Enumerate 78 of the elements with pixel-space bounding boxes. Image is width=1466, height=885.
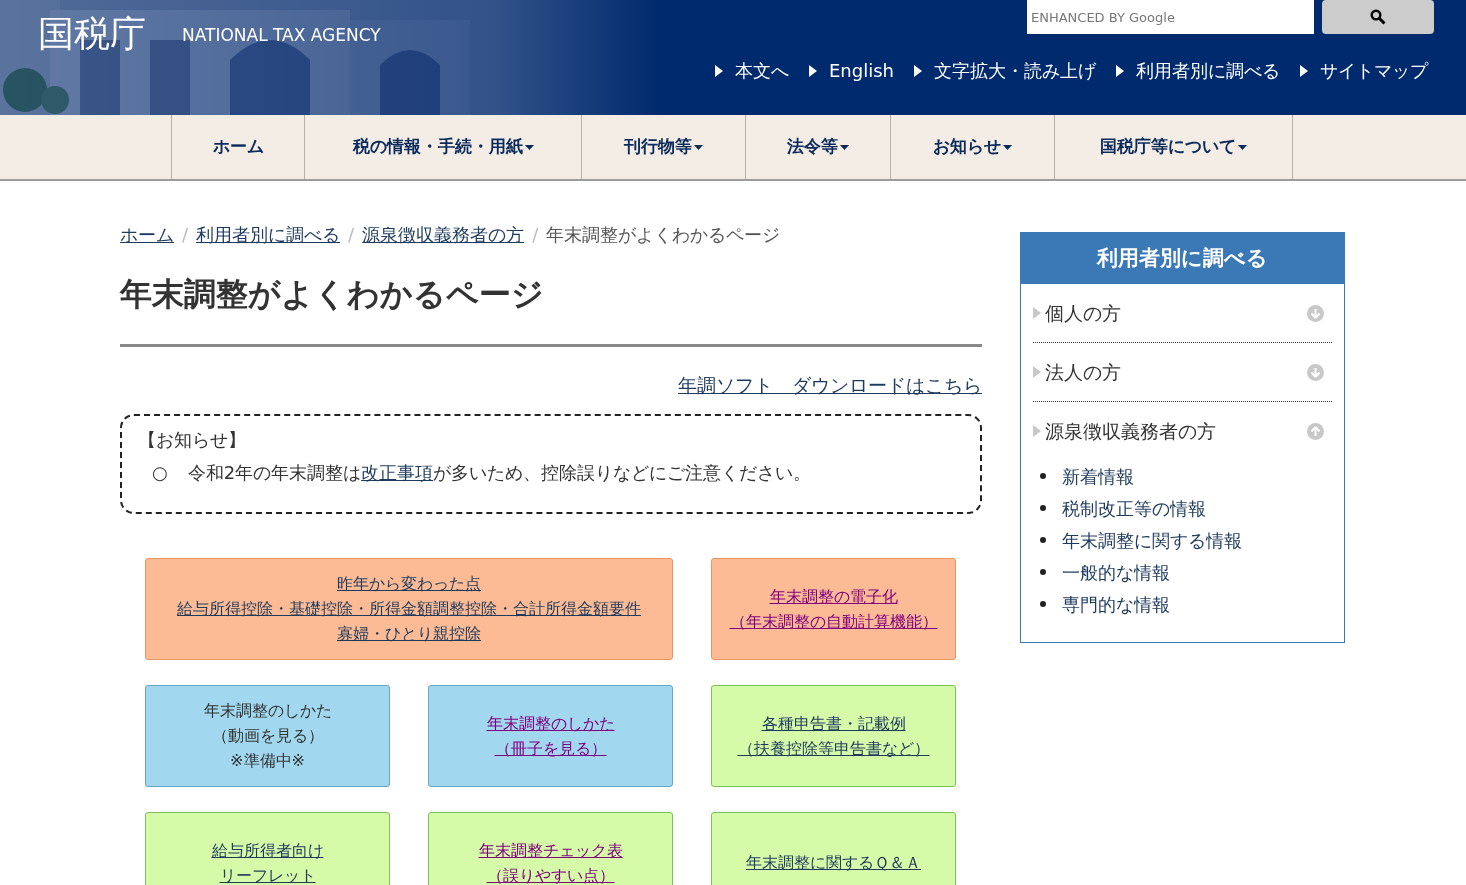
site-logo-english: NATIONAL TAX AGENCY [182, 24, 381, 48]
tile-link[interactable]: 年末調整に関するＱ＆Ａ [746, 850, 921, 875]
sidebar-sublink[interactable]: 年末調整に関する情報 [1062, 526, 1242, 554]
triangle-icon [1033, 425, 1041, 437]
tile-text: ※準備中※ [230, 750, 305, 772]
bullet-mark: ○ [152, 460, 168, 485]
tile-link[interactable]: 年末調整のしかた [486, 710, 615, 736]
triangle-icon [715, 64, 723, 77]
header-link[interactable]: English [809, 57, 894, 84]
nav-menu-item[interactable]: ホーム [171, 115, 304, 179]
nav-menu-item[interactable]: お知らせ [890, 115, 1054, 179]
search-field[interactable]: ENHANCED BY Google [1027, 0, 1314, 34]
caret-icon [694, 144, 703, 150]
link-tile[interactable]: 給与所得者向け リーフレット [145, 811, 390, 885]
breadcrumb-separator: / [532, 223, 539, 247]
caret-icon [1003, 144, 1012, 150]
link-tile[interactable]: 年末調整チェック表 （誤りやすい点） [428, 811, 673, 885]
notice-link[interactable]: 改正事項 [361, 461, 434, 483]
breadcrumb-separator: / [348, 223, 355, 247]
sidebar-item[interactable]: 法人の方 [1033, 343, 1332, 401]
breadcrumb-current: 年末調整がよくわかるページ [546, 223, 781, 247]
caret-icon [1238, 144, 1247, 150]
search-button[interactable] [1322, 0, 1434, 34]
breadcrumb-link[interactable]: ホーム [120, 221, 174, 248]
breadcrumb-link[interactable]: 利用者別に調べる [196, 221, 341, 248]
link-tile[interactable]: 年末調整に関するＱ＆Ａ [711, 811, 956, 885]
tile-link[interactable]: 寡婦・ひとり親控除 [337, 621, 481, 646]
search-icon [1370, 9, 1386, 25]
header-link[interactable]: サイトマップ [1300, 57, 1428, 84]
link-tile[interactable]: 年末調整のしかた （冊子を見る） [428, 684, 673, 787]
link-tile[interactable]: 年末調整の電子化 （年末調整の自動計算機能） [711, 557, 956, 660]
page-title: 年末調整がよくわかるページ [120, 270, 982, 347]
sidebar-sublink[interactable]: 新着情報 [1062, 462, 1134, 490]
triangle-icon [1033, 307, 1041, 319]
sidebar-sublink[interactable]: 税制改正等の情報 [1062, 494, 1206, 522]
triangle-icon [1300, 64, 1308, 77]
header-link[interactable]: 利用者別に調べる [1116, 57, 1280, 84]
breadcrumb-link[interactable]: 源泉徴収義務者の方 [362, 221, 525, 248]
download-link[interactable]: 年調ソフト ダウンロードはこちら [678, 371, 982, 400]
tile-link[interactable]: 給与所得控除・基礎控除・所得金額調整控除・合計所得金額要件 [177, 596, 641, 621]
sidebar-item[interactable]: 源泉徴収義務者の方 [1033, 402, 1332, 460]
tile-link[interactable]: 年末調整チェック表 [478, 837, 623, 863]
down-arrow-icon [1307, 363, 1324, 381]
triangle-icon [809, 64, 817, 77]
header-link[interactable]: 文字拡大・読み上げ [914, 57, 1096, 84]
tile-text: （動画を見る） [211, 725, 324, 747]
sidebar-sublink[interactable]: 専門的な情報 [1062, 590, 1170, 618]
tile-link[interactable]: 年末調整の電子化 [769, 583, 898, 609]
tile-link[interactable]: （誤りやすい点） [486, 862, 615, 885]
nav-menu-item[interactable]: 刊行物等 [581, 115, 745, 179]
sidebar-title: 利用者別に調べる [1021, 233, 1344, 284]
site-logo[interactable]: 国税庁 [38, 16, 146, 52]
nav-menu-item[interactable]: 法令等 [745, 115, 890, 179]
nav-menu-item[interactable]: 税の情報・手続・用紙 [304, 115, 581, 179]
tile-link[interactable]: （年末調整の自動計算機能） [729, 608, 938, 634]
breadcrumb-separator: / [182, 223, 189, 247]
up-arrow-icon [1307, 422, 1324, 440]
tile-link[interactable]: 各種申告書・記載例 [761, 710, 906, 736]
triangle-icon [914, 64, 922, 77]
sidebar-item[interactable]: 個人の方 [1033, 284, 1332, 342]
caret-icon [524, 144, 534, 150]
tile-link[interactable]: 給与所得者向け [211, 837, 324, 863]
tile-link[interactable]: リーフレット [219, 862, 316, 885]
tile-link[interactable]: （冊子を見る） [494, 735, 607, 761]
tile-link[interactable]: （扶養控除等申告書など） [737, 735, 930, 761]
tile-text: 年末調整のしかた [203, 700, 332, 722]
triangle-icon [1033, 366, 1041, 378]
tile-link[interactable]: 昨年から変わった点 [337, 571, 481, 596]
caret-icon [840, 144, 849, 150]
triangle-icon [1116, 64, 1124, 77]
sidebar-sublink[interactable]: 一般的な情報 [1062, 558, 1170, 586]
header-link[interactable]: 本文へ [715, 57, 789, 84]
link-tile[interactable]: 昨年から変わった点 給与所得控除・基礎控除・所得金額調整控除・合計所得金額要件 寡婦・ひとり親控除 [145, 557, 673, 660]
nav-menu-item[interactable]: 国税庁等について [1054, 115, 1293, 179]
down-arrow-icon [1307, 304, 1324, 322]
notice-text: 令和2年の年末調整は改正事項が多いため、控除誤りなどにご注意ください。 [187, 460, 812, 485]
notice-heading: 【お知らせ】 [138, 427, 247, 452]
link-tile[interactable]: 各種申告書・記載例 （扶養控除等申告書など） [711, 684, 956, 787]
